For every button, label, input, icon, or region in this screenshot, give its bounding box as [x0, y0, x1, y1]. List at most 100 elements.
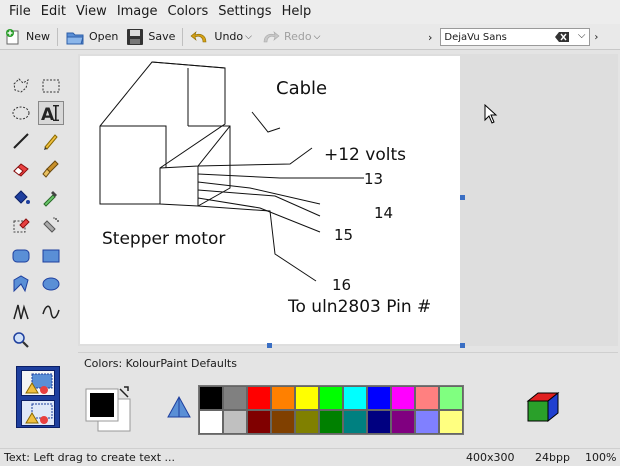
undo-dropdown-icon[interactable]: ⌵: [245, 32, 252, 42]
color-swatch[interactable]: [223, 410, 247, 434]
color-swatch[interactable]: [271, 386, 295, 410]
toolbar-more-icon[interactable]: ›: [594, 32, 598, 43]
menu-bar: File Edit View Image Colors Settings Hel…: [0, 0, 620, 24]
canvas-scroll-area[interactable]: Cable +12 volts 13 14 15 16 Stepper moto…: [78, 54, 618, 348]
resize-handle-corner[interactable]: [460, 343, 465, 348]
undo-button-label: Undo: [214, 30, 244, 43]
color-swatch[interactable]: [439, 410, 463, 434]
opaque-selection-option[interactable]: [21, 370, 55, 396]
color-swatch[interactable]: [247, 386, 271, 410]
eyedropper-icon: [43, 191, 57, 207]
toolbar-separator: [57, 27, 58, 46]
color-eraser-tool[interactable]: [8, 213, 34, 237]
color-swatch[interactable]: [199, 386, 223, 410]
drawing-canvas[interactable]: Cable +12 volts 13 14 15 16 Stepper moto…: [80, 56, 460, 344]
free-select-tool[interactable]: [8, 74, 34, 98]
menu-help[interactable]: Help: [277, 0, 317, 24]
spraycan-tool[interactable]: [38, 213, 64, 237]
menu-view[interactable]: View: [71, 0, 112, 24]
eraser-icon: [13, 163, 29, 177]
text-tool-icon: A: [41, 105, 59, 123]
connected-lines-tool[interactable]: [8, 300, 34, 324]
color-swatch[interactable]: [343, 410, 367, 434]
color-swatches-grid: [198, 385, 464, 435]
redo-dropdown-icon[interactable]: ⌵: [314, 32, 321, 42]
opaque-selection-icon: [25, 373, 53, 394]
resize-handle-bottom[interactable]: [267, 343, 272, 348]
curve-icon: [42, 305, 60, 319]
color-swatch[interactable]: [247, 410, 271, 434]
paint-bucket-icon: [14, 190, 30, 204]
line-icon: [13, 133, 29, 149]
color-swatch[interactable]: [415, 386, 439, 410]
flood-fill-tool[interactable]: [8, 185, 34, 209]
ellipse-tool[interactable]: [38, 272, 64, 296]
menu-image[interactable]: Image: [112, 0, 163, 24]
color-swatch[interactable]: [343, 386, 367, 410]
color-swatch[interactable]: [295, 410, 319, 434]
color-swatch[interactable]: [295, 386, 319, 410]
font-family-combo[interactable]: DejaVu Sans ⌵: [440, 28, 591, 46]
rectangle-tool[interactable]: [38, 244, 64, 268]
color-swatch[interactable]: [391, 386, 415, 410]
rect-select-tool[interactable]: [38, 74, 64, 98]
ellipse-icon: [42, 277, 60, 291]
menu-file[interactable]: File: [4, 0, 36, 24]
rect-select-icon: [42, 79, 60, 93]
color-palette-panel: Colors: KolourPaint Defaults: [78, 352, 618, 444]
open-button[interactable]: Open: [61, 25, 122, 49]
undo-button[interactable]: Undo ⌵: [186, 25, 256, 49]
color-swatch[interactable]: [367, 386, 391, 410]
connected-lines-icon: [13, 304, 29, 320]
polygon-icon: [13, 275, 29, 293]
text-tool[interactable]: A: [38, 101, 64, 125]
color-swatch[interactable]: [199, 410, 223, 434]
curve-tool[interactable]: [38, 300, 64, 324]
color-swatch[interactable]: [223, 386, 247, 410]
eraser-tool[interactable]: [8, 157, 34, 181]
line-tool[interactable]: [8, 129, 34, 153]
color-swatch[interactable]: [367, 410, 391, 434]
rounded-rect-tool[interactable]: [8, 244, 34, 268]
color-picker-tool[interactable]: [38, 185, 64, 209]
color-swatch[interactable]: [319, 386, 343, 410]
clear-text-icon[interactable]: [555, 32, 570, 42]
transparent-selection-option[interactable]: [21, 400, 55, 426]
brush-tool[interactable]: [38, 157, 64, 181]
save-button-label: Save: [148, 30, 176, 43]
status-color-depth: 24bpp: [535, 451, 570, 464]
menu-colors[interactable]: Colors: [163, 0, 214, 24]
magnifier-icon: [13, 332, 29, 348]
ellipse-select-icon: [12, 106, 30, 120]
color-swatch[interactable]: [415, 410, 439, 434]
color-swatch[interactable]: [271, 410, 295, 434]
toolbar-extension-icon[interactable]: ›: [428, 31, 432, 44]
pencil-icon: [44, 134, 58, 150]
menu-settings[interactable]: Settings: [213, 0, 276, 24]
save-button[interactable]: Save: [122, 25, 179, 49]
new-button[interactable]: New: [0, 25, 54, 49]
color-swatch[interactable]: [391, 410, 415, 434]
color-similarity-icon[interactable]: [166, 395, 192, 421]
svg-text:A: A: [41, 105, 55, 123]
pen-tool[interactable]: [38, 129, 64, 153]
text-toolbar: › DejaVu Sans ⌵ ›: [428, 24, 598, 50]
ellipse-select-tool[interactable]: [8, 101, 34, 125]
status-zoom: 100%: [585, 451, 617, 464]
menu-edit[interactable]: Edit: [36, 0, 71, 24]
resize-handle-right[interactable]: [460, 195, 465, 200]
transparent-selection-icon: [25, 403, 53, 424]
palette-title: Colors: KolourPaint Defaults: [84, 357, 237, 370]
color-swatch[interactable]: [439, 386, 463, 410]
redo-button[interactable]: Redo ⌵: [256, 25, 324, 49]
color-cube-icon[interactable]: [524, 389, 564, 429]
color-swatch[interactable]: [319, 410, 343, 434]
folder-open-icon: [66, 32, 84, 44]
label-volts: +12 volts: [324, 145, 406, 165]
zoom-tool[interactable]: [8, 328, 34, 352]
status-message: Text: Left drag to create text ...: [4, 451, 176, 464]
label-15: 15: [334, 226, 353, 244]
polygon-tool[interactable]: [8, 272, 34, 296]
chevron-down-icon[interactable]: ⌵: [578, 30, 586, 41]
foreground-background-colors[interactable]: [84, 385, 132, 433]
